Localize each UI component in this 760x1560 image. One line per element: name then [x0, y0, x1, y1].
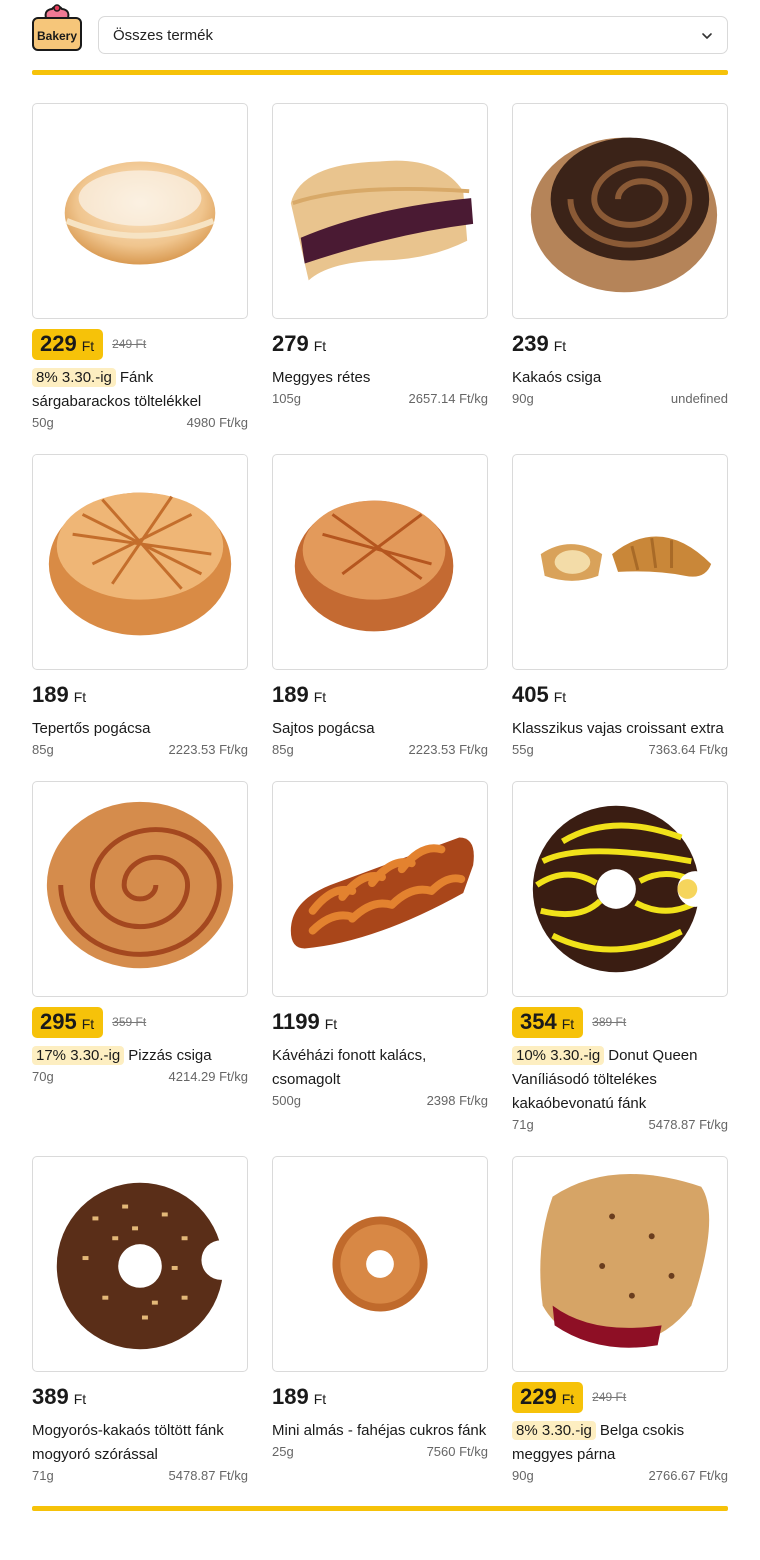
product-weight: 90g	[512, 391, 534, 406]
product-card[interactable]: 189 Ft Sajtos pogácsa 85g 2223.53 Ft/kg	[272, 454, 488, 758]
product-image-mini-apple-donut[interactable]	[272, 1156, 488, 1372]
product-image-cheese-scone[interactable]	[272, 454, 488, 670]
unit-price: 2766.67 Ft/kg	[648, 1468, 729, 1483]
unit-price: 7363.64 Ft/kg	[648, 742, 729, 757]
sale-price: 229 Ft	[32, 328, 104, 360]
price: 239 Ft	[512, 331, 567, 356]
product-name[interactable]: Tepertős pogácsa	[32, 717, 248, 741]
product-image-cocoa-roll[interactable]	[512, 103, 728, 319]
original-price: 249 Ft	[592, 1390, 627, 1404]
price: 389 Ft	[32, 1384, 87, 1409]
bakery-logo[interactable]: Bakery	[32, 4, 82, 52]
unit-price: 5478.87 Ft/kg	[168, 1468, 249, 1483]
product-image-jam-donut[interactable]	[32, 103, 248, 319]
product-name[interactable]: Kávéházi fonott kalács, csomagolt	[272, 1044, 488, 1092]
price: 1199 Ft	[272, 1009, 338, 1034]
product-weight: 71g	[32, 1468, 54, 1483]
unit-price: 5478.87 Ft/kg	[648, 1117, 729, 1132]
product-card[interactable]: 279 Ft Meggyes rétes 105g 2657.14 Ft/kg	[272, 103, 488, 407]
product-weight: 70g	[32, 1069, 54, 1084]
accent-divider-top	[32, 70, 728, 75]
product-image-croissant[interactable]	[512, 454, 728, 670]
original-price: 359 Ft	[112, 1015, 147, 1029]
unit-price: 4214.29 Ft/kg	[168, 1069, 249, 1084]
product-name[interactable]: 8% 3.30.-ig Belga csokis meggyes párna	[512, 1419, 728, 1467]
product-card[interactable]: 239 Ft Kakaós csiga 90g undefined	[512, 103, 728, 407]
product-name[interactable]: Mogyorós-kakaós töltött fánk mogyoró szó…	[32, 1419, 248, 1467]
product-image-striped-donut[interactable]	[512, 781, 728, 997]
product-name[interactable]: Meggyes rétes	[272, 366, 488, 390]
original-price: 249 Ft	[112, 337, 147, 351]
discount-badge: 8% 3.30.-ig	[512, 1421, 596, 1440]
unit-price: 7560 Ft/kg	[426, 1444, 488, 1459]
sale-price: 354 Ft	[512, 1006, 584, 1038]
sale-price: 295 Ft	[32, 1006, 104, 1038]
product-weight: 85g	[272, 742, 294, 757]
product-image-hazelnut-donut[interactable]	[32, 1156, 248, 1372]
product-card[interactable]: 1199 Ft Kávéházi fonott kalács, csomagolt…	[272, 781, 488, 1109]
product-weight: 105g	[272, 391, 301, 406]
product-name[interactable]: 17% 3.30.-ig Pizzás csiga	[32, 1044, 248, 1068]
product-name[interactable]: Kakaós csiga	[512, 366, 728, 390]
product-card[interactable]: 295 Ft 359 Ft 17% 3.30.-ig Pizzás csiga 70…	[32, 781, 248, 1085]
chevron-down-icon	[702, 33, 712, 39]
product-weight: 50g	[32, 415, 54, 430]
product-weight: 55g	[512, 742, 534, 757]
unit-price: 2223.53 Ft/kg	[168, 742, 249, 757]
product-weight: 25g	[272, 1444, 294, 1459]
logo-text: Bakery	[37, 29, 77, 43]
price: 189 Ft	[32, 682, 87, 707]
product-weight: 90g	[512, 1468, 534, 1483]
product-card[interactable]: 189 Ft Tepertős pogácsa 85g 2223.53 Ft/kg	[32, 454, 248, 758]
unit-price: undefined	[670, 391, 728, 406]
product-card[interactable]: 189 Ft Mini almás - fahéjas cukros fánk 2…	[272, 1156, 488, 1460]
product-image-cherry-strudel[interactable]	[272, 103, 488, 319]
price: 189 Ft	[272, 682, 327, 707]
product-name[interactable]: 10% 3.30.-ig Donut Queen Vaníliásodó tölt…	[512, 1044, 728, 1116]
original-price: 389 Ft	[592, 1015, 627, 1029]
unit-price: 2657.14 Ft/kg	[408, 391, 489, 406]
category-select[interactable]: Összes termék	[98, 16, 728, 54]
product-name[interactable]: Klasszikus vajas croissant extra	[512, 717, 728, 741]
sale-price: 229 Ft	[512, 1381, 584, 1413]
accent-divider-bottom	[32, 1506, 728, 1511]
product-card[interactable]: 229 Ft 249 Ft 8% 3.30.-ig Belga csokis meg…	[512, 1156, 728, 1484]
product-image-crackling-scone[interactable]	[32, 454, 248, 670]
unit-price: 2398 Ft/kg	[426, 1093, 488, 1108]
product-card[interactable]: 389 Ft Mogyorós-kakaós töltött fánk mogyo…	[32, 1156, 248, 1484]
price: 405 Ft	[512, 682, 567, 707]
product-name[interactable]: Sajtos pogácsa	[272, 717, 488, 741]
product-image-chocolate-cherry-pillow[interactable]	[512, 1156, 728, 1372]
product-weight: 85g	[32, 742, 54, 757]
price: 189 Ft	[272, 1384, 327, 1409]
discount-badge: 17% 3.30.-ig	[32, 1046, 125, 1065]
price: 279 Ft	[272, 331, 327, 356]
product-card[interactable]: 405 Ft Klasszikus vajas croissant extra 5…	[512, 454, 728, 758]
discount-badge: 8% 3.30.-ig	[32, 368, 116, 387]
product-card[interactable]: 229 Ft 249 Ft 8% 3.30.-ig Fánk sárgabarack…	[32, 103, 248, 431]
product-image-pizza-roll[interactable]	[32, 781, 248, 997]
header: Bakery Összes termék	[32, 4, 728, 56]
category-select-value: Összes termék	[113, 27, 214, 44]
discount-badge: 10% 3.30.-ig	[512, 1046, 605, 1065]
product-card[interactable]: 354 Ft 389 Ft 10% 3.30.-ig Donut Queen Van…	[512, 781, 728, 1133]
unit-price: 2223.53 Ft/kg	[408, 742, 489, 757]
unit-price: 4980 Ft/kg	[186, 415, 248, 430]
product-name[interactable]: 8% 3.30.-ig Fánk sárgabarackos töltelékke…	[32, 366, 248, 414]
product-weight: 71g	[512, 1117, 534, 1132]
product-weight: 500g	[272, 1093, 301, 1108]
product-image-braided-bread[interactable]	[272, 781, 488, 997]
product-name[interactable]: Mini almás - fahéjas cukros fánk	[272, 1419, 488, 1443]
